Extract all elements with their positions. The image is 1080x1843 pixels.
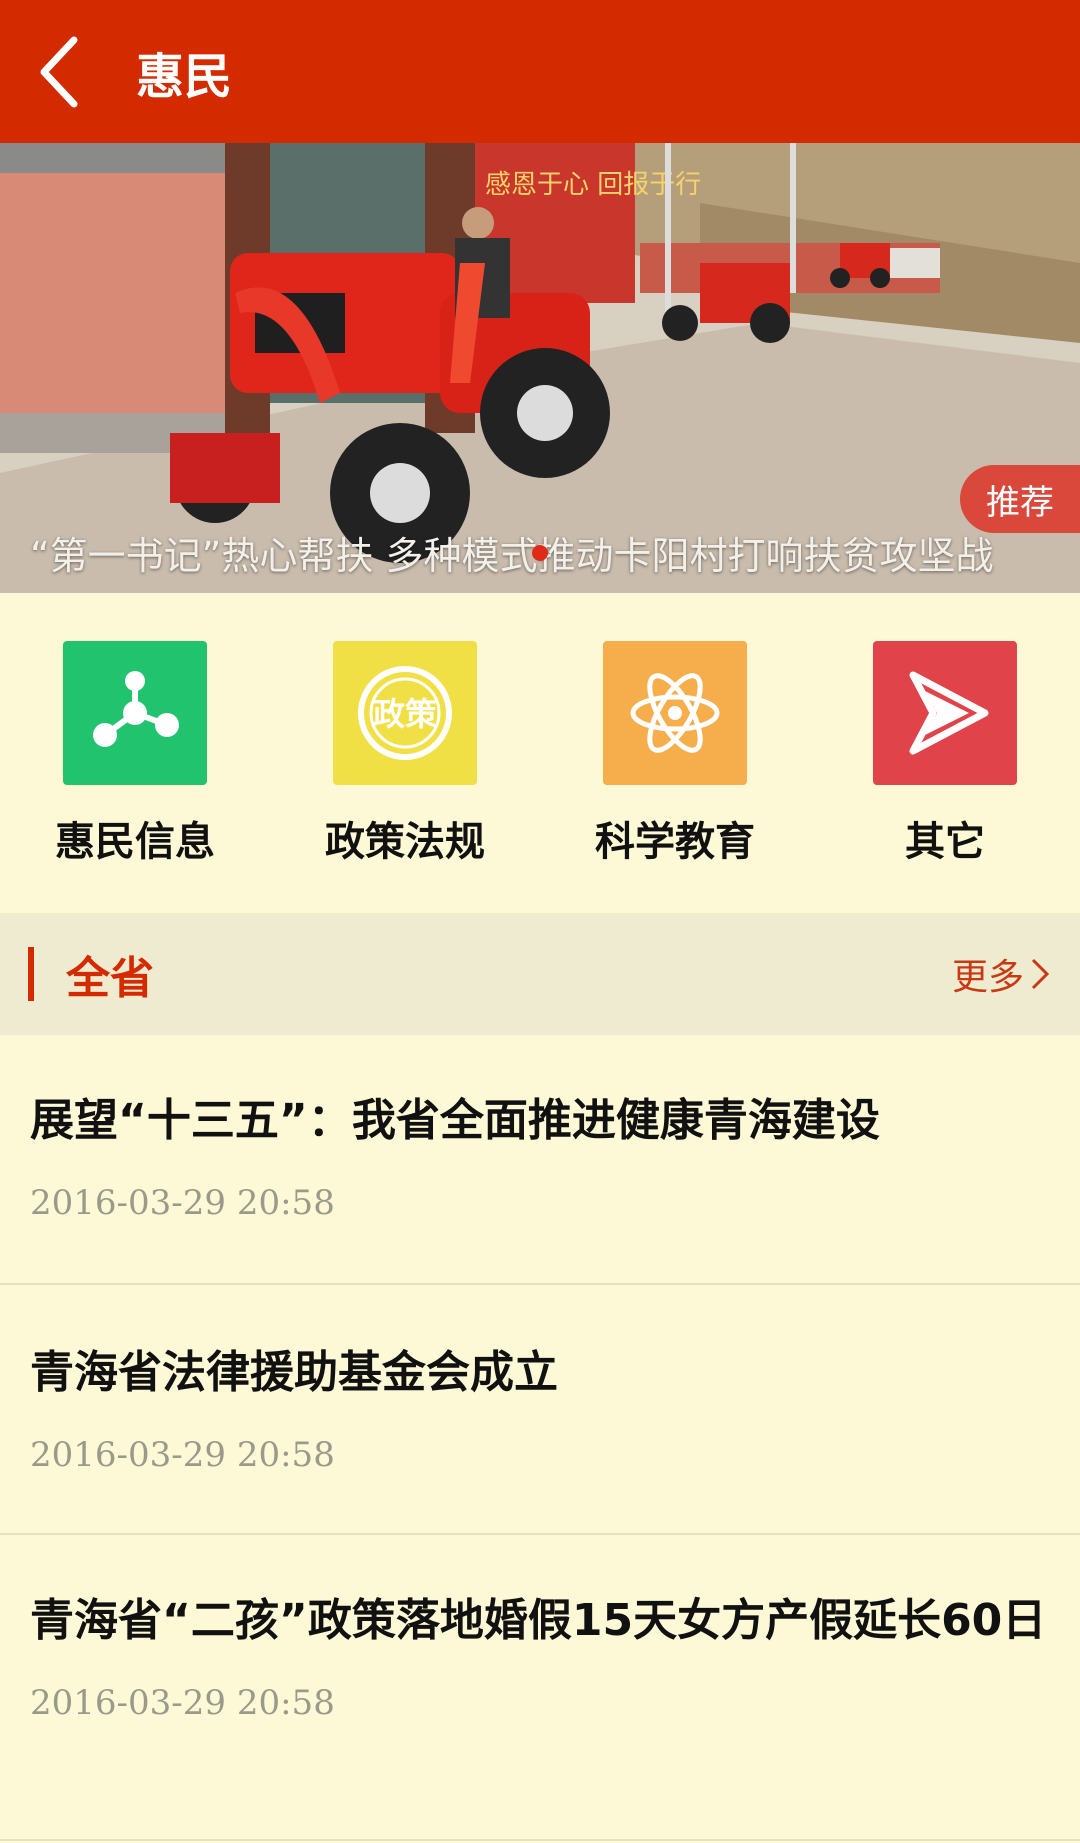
recommend-badge: 推荐 <box>960 465 1080 533</box>
news-list: 展望“十三五”：我省全面推进健康青海建设 2016-03-29 20:58 青海… <box>0 1035 1080 1841</box>
banner-caption: “第一书记”热心帮扶 多种模式推动卡阳村打响扶贫攻坚战 <box>30 534 994 578</box>
category-label: 惠民信息 <box>55 819 215 865</box>
news-date: 2016-03-29 20:58 <box>30 1435 335 1475</box>
section-accent-bar <box>28 947 34 1001</box>
section-header-province: 全省 更多 <box>0 913 1080 1035</box>
category-other[interactable]: 其它 <box>810 593 1080 913</box>
news-item[interactable]: 青海省“二孩”政策落地婚假15天女方产假延长60日 2016-03-29 20:… <box>0 1535 1080 1841</box>
app-header: 惠民 <box>0 0 1080 143</box>
category-grid: 惠民信息 政策 政策法规 科学教育 其它 <box>0 593 1080 913</box>
play-arrow-icon <box>873 641 1017 785</box>
category-science-education[interactable]: 科学教育 <box>540 593 810 913</box>
news-title: 青海省“二孩”政策落地婚假15天女方产假延长60日 <box>30 1595 1047 1646</box>
category-policy[interactable]: 政策 政策法规 <box>270 593 540 913</box>
svg-text:政策: 政策 <box>373 695 437 733</box>
news-date: 2016-03-29 20:58 <box>30 1183 335 1223</box>
news-title: 展望“十三五”：我省全面推进健康青海建设 <box>30 1095 880 1146</box>
page-title: 惠民 <box>136 48 233 105</box>
atom-icon <box>603 641 747 785</box>
section-title: 全省 <box>66 953 154 1004</box>
news-date: 2016-03-29 20:58 <box>30 1683 335 1723</box>
news-item[interactable]: 展望“十三五”：我省全面推进健康青海建设 2016-03-29 20:58 <box>0 1035 1080 1285</box>
back-button[interactable] <box>0 0 120 143</box>
share-nodes-icon <box>63 641 207 785</box>
policy-stamp-icon: 政策 <box>333 641 477 785</box>
category-label: 科学教育 <box>595 819 755 865</box>
news-title: 青海省法律援助基金会成立 <box>30 1347 558 1398</box>
banner-carousel[interactable]: 感恩于心 回报于行 “第一书记”热心帮扶 多种模式推动卡阳村打响扶贫攻坚战 推荐 <box>0 143 1080 593</box>
chevron-right-icon <box>1031 958 1050 990</box>
more-label: 更多 <box>951 957 1024 998</box>
carousel-indicator <box>532 545 548 561</box>
more-button[interactable]: 更多 <box>952 948 1052 1000</box>
news-item[interactable]: 青海省法律援助基金会成立 2016-03-29 20:58 <box>0 1285 1080 1535</box>
category-label: 政策法规 <box>325 819 485 865</box>
chevron-left-icon <box>40 36 78 107</box>
category-huimin-info[interactable]: 惠民信息 <box>0 593 270 913</box>
category-label: 其它 <box>905 819 985 865</box>
